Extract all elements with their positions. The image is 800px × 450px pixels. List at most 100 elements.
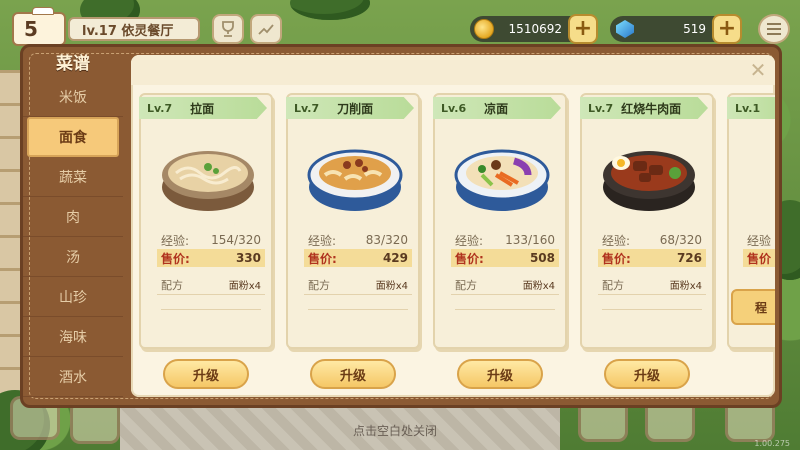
exp-row: 经验: 68/320 bbox=[598, 231, 706, 249]
price-value: 508 bbox=[529, 251, 555, 265]
player-level-badge[interactable]: 5 bbox=[12, 7, 66, 46]
daoxiaomian-dish-icon bbox=[307, 149, 403, 211]
price-value: 726 bbox=[676, 251, 702, 265]
tab-drinks[interactable]: 酒水 bbox=[23, 357, 123, 397]
ingredient-value: 面粉x4 bbox=[375, 281, 408, 292]
exp-label: 经验: bbox=[161, 233, 190, 248]
exp-row: 经验: 83/320 bbox=[304, 231, 412, 249]
close-button[interactable]: ✕ bbox=[747, 59, 769, 81]
liangmian-dish-icon bbox=[454, 149, 550, 211]
recipe-card[interactable]: Lv.1 经验 售价 程 bbox=[727, 93, 775, 349]
recipe-row: 配方 面粉x4 bbox=[157, 275, 265, 295]
braised-beef-noodle-dish-icon bbox=[603, 151, 695, 211]
ingredient-value: 面粉x4 bbox=[522, 281, 555, 292]
tab-rice[interactable]: 米饭 bbox=[23, 77, 123, 117]
statistics-button[interactable] bbox=[250, 14, 282, 44]
recipe-title: 菜谱 bbox=[56, 54, 90, 74]
price-row: 售价: 726 bbox=[598, 249, 706, 267]
exp-label: 经验 bbox=[747, 233, 772, 248]
divider bbox=[455, 309, 555, 310]
gem-bar: 519 + bbox=[610, 14, 742, 44]
price-row: 售价: 429 bbox=[304, 249, 412, 267]
recipe-card[interactable]: Lv.7 刀削面 经验: 83/320 售价: 429 配方 面粉x4 bbox=[286, 93, 420, 349]
recipe-level: Lv.7 bbox=[294, 101, 320, 115]
price-label: 售价: bbox=[602, 251, 631, 266]
recipe-level: Lv.7 bbox=[147, 101, 173, 115]
divider bbox=[308, 309, 408, 310]
recipe-name: 刀削面 bbox=[337, 101, 374, 116]
version-text: 1.00.275 bbox=[754, 439, 790, 448]
price-value: 429 bbox=[382, 251, 408, 265]
exp-value: 83/320 bbox=[365, 233, 408, 247]
recipe-level-badge: Lv.1 bbox=[727, 97, 775, 119]
level-box-cap bbox=[32, 7, 54, 15]
upgrade-button[interactable]: 升级 bbox=[310, 359, 396, 389]
recipe-card[interactable]: Lv.6 凉面 经验: 133/160 售价: 508 配方 面粉x4 bbox=[433, 93, 567, 349]
tab-noodles[interactable]: 面食 bbox=[27, 117, 119, 157]
recipe-level: Lv.7 bbox=[588, 101, 614, 115]
gem-amount: 519 bbox=[683, 22, 706, 36]
tab-soup[interactable]: 汤 bbox=[23, 237, 123, 277]
exp-row: 经验 bbox=[743, 231, 775, 249]
add-gems-button[interactable]: + bbox=[712, 14, 742, 44]
category-tabs: 米饭 面食 蔬菜 肉 汤 山珍 海味 酒水 bbox=[23, 77, 123, 397]
craft-button[interactable]: 程 bbox=[731, 289, 775, 325]
recipe-card[interactable]: Lv.7 红烧牛肉面 经验: 68/320 售价: 726 配方 面粉x4 bbox=[580, 93, 714, 349]
main-menu-button[interactable] bbox=[758, 14, 790, 44]
recipe-panel: 菜谱 米饭 面食 蔬菜 肉 汤 山珍 海味 酒水 ✕ Lv.7 拉面 经验: 1… bbox=[20, 44, 782, 408]
exp-value: 133/160 bbox=[505, 233, 555, 247]
exp-row: 经验: 154/320 bbox=[157, 231, 265, 249]
trophy-icon bbox=[222, 21, 234, 37]
recipe-label: 配方 bbox=[161, 278, 183, 292]
lamian-dish-icon bbox=[162, 151, 254, 211]
tab-vegetables[interactable]: 蔬菜 bbox=[23, 157, 123, 197]
recipe-row: 配方 面粉x4 bbox=[304, 275, 412, 295]
recipe-level-badge: Lv.7 刀削面 bbox=[286, 97, 414, 119]
tab-mountain-delicacies[interactable]: 山珍 bbox=[23, 277, 123, 317]
upgrade-button[interactable]: 升级 bbox=[457, 359, 543, 389]
recipe-level-badge: Lv.7 拉面 bbox=[139, 97, 267, 119]
tree bbox=[290, 0, 370, 20]
trophy-button[interactable] bbox=[212, 14, 244, 44]
price-row: 售价: 508 bbox=[451, 249, 559, 267]
recipe-row: 配方 面粉x4 bbox=[598, 275, 706, 295]
recipe-label: 配方 bbox=[308, 278, 330, 292]
restaurant-name-label[interactable]: lv.17 依灵餐厅 bbox=[68, 17, 200, 41]
close-hint: 点击空白处关闭 bbox=[352, 424, 437, 438]
content-header bbox=[131, 55, 775, 85]
recipe-label: 配方 bbox=[602, 278, 624, 292]
recipe-row: 配方 面粉x4 bbox=[451, 275, 559, 295]
coin-amount: 1510692 bbox=[508, 22, 562, 36]
price-label: 售价: bbox=[308, 251, 337, 266]
gem-icon bbox=[616, 20, 634, 38]
recipe-level-badge: Lv.6 凉面 bbox=[433, 97, 561, 119]
tab-seafood[interactable]: 海味 bbox=[23, 317, 123, 357]
recipe-content: ✕ Lv.7 拉面 经验: 154/320 售价: 330 配方 面粉x4 Lv… bbox=[131, 55, 775, 397]
exp-label: 经验: bbox=[602, 233, 631, 248]
recipe-cards: Lv.7 拉面 经验: 154/320 售价: 330 配方 面粉x4 Lv.7… bbox=[139, 93, 775, 357]
upgrade-button[interactable]: 升级 bbox=[163, 359, 249, 389]
upgrade-button[interactable]: 升级 bbox=[604, 359, 690, 389]
recipe-name: 凉面 bbox=[484, 101, 509, 116]
coin-bar: 1510692 + bbox=[470, 14, 598, 44]
exp-label: 经验: bbox=[455, 233, 484, 248]
add-coins-button[interactable]: + bbox=[568, 14, 598, 44]
exp-value: 154/320 bbox=[211, 233, 261, 247]
hamburger-icon bbox=[767, 28, 781, 30]
exp-row: 经验: 133/160 bbox=[451, 231, 559, 249]
ingredient-value: 面粉x4 bbox=[228, 281, 261, 292]
price-row: 售价: 330 bbox=[157, 249, 265, 267]
price-label: 售价 bbox=[747, 251, 772, 266]
recipe-card[interactable]: Lv.7 拉面 经验: 154/320 售价: 330 配方 面粉x4 bbox=[139, 93, 273, 349]
recipe-level: Lv.1 bbox=[735, 101, 761, 115]
recipe-level-badge: Lv.7 红烧牛肉面 bbox=[580, 97, 708, 119]
recipe-name: 红烧牛肉面 bbox=[621, 101, 682, 116]
coin-icon bbox=[474, 19, 494, 39]
exp-value: 68/320 bbox=[659, 233, 702, 247]
price-label: 售价: bbox=[455, 251, 484, 266]
price-row: 售价 bbox=[743, 249, 775, 267]
price-label: 售价: bbox=[161, 251, 190, 266]
price-value: 330 bbox=[235, 251, 261, 265]
exp-label: 经验: bbox=[308, 233, 337, 248]
tab-meat[interactable]: 肉 bbox=[23, 197, 123, 237]
